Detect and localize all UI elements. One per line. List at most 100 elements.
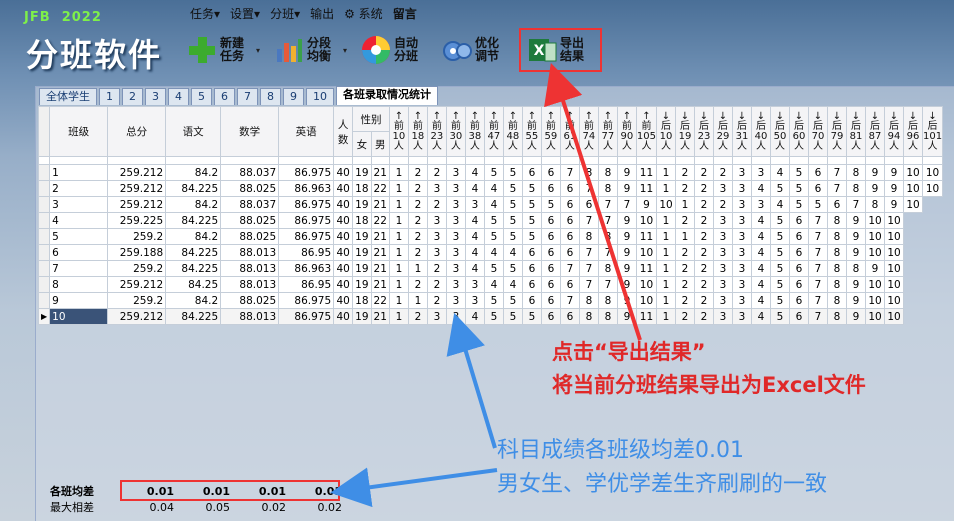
spacer-cell <box>220 156 280 165</box>
data-cell: 7 <box>597 196 618 213</box>
data-cell: 22 <box>370 212 390 229</box>
menu-task[interactable]: 任务▾ <box>190 5 220 22</box>
data-cell: 4 <box>464 212 485 229</box>
col-rank-3: ↑ 前 30 人 <box>445 106 466 157</box>
spacer-cell <box>540 156 561 165</box>
data-cell: 5 <box>502 228 523 245</box>
col-chinese: 语文 <box>165 106 222 157</box>
segment-balance-button[interactable]: 分段均衡 ▾ <box>270 28 351 72</box>
spacer-cell <box>597 156 618 165</box>
table-row[interactable]: 7 259.2 84.225 88.013 86.963 40 19 21 1 1 2 3 4 5 5 6 6 7… <box>37 260 943 277</box>
data-cell: 88.013 <box>220 260 280 277</box>
table-row[interactable]: ▶ 10 259.212 84.225 88.013 86.975 40 19 21 1 2 3 3 4 5… <box>37 308 943 325</box>
data-cell: 2 <box>694 212 714 229</box>
data-cell: 21 <box>370 228 390 245</box>
data-cell: 21 <box>370 196 390 213</box>
data-cell: 5 <box>483 308 504 325</box>
gears-icon <box>442 35 473 65</box>
spacer-cell <box>559 156 580 165</box>
table-row[interactable]: 5 259.2 84.2 88.025 86.975 40 19 21 1 2 3 3 4 5 5 5 6 6 8 8… <box>37 228 943 245</box>
tab-class-2[interactable]: 2 <box>122 88 143 105</box>
spacer-cell <box>352 156 372 165</box>
data-cell: 1 <box>388 260 409 277</box>
data-cell: 18 <box>352 180 372 197</box>
auto-split-button[interactable]: 自动分班 <box>357 28 432 72</box>
data-cell: 22 <box>370 292 390 309</box>
data-cell: 10 <box>884 308 904 325</box>
data-cell: 4 <box>464 260 485 277</box>
menu-bar: 任务▾ 设置▾ 分班▾ 输出 ⚙ 系统 留言 <box>190 5 417 22</box>
class-cell: 5 <box>49 228 109 245</box>
data-cell: 2 <box>675 308 695 325</box>
table-row[interactable]: 8 259.212 84.25 88.013 86.95 40 19 21 1 2 2 3 3 4 4 6 6 6… <box>37 276 943 293</box>
table-row[interactable]: 6 259.188 84.225 88.013 86.95 40 19 21 1 2 3 3 4 4 4 6 6… <box>37 244 943 261</box>
export-results-button[interactable]: X 导出结果 <box>519 28 603 72</box>
data-cell: 3 <box>713 228 733 245</box>
tab-class-5[interactable]: 5 <box>191 88 212 105</box>
data-cell: 3 <box>464 196 485 213</box>
table-row[interactable]: 1 259.212 84.2 88.037 86.975 40 19 21 1 2 2 3 4 5 5 6 6 7… <box>37 164 944 181</box>
data-cell: 3 <box>732 180 752 197</box>
data-cell: 5 <box>770 212 790 229</box>
data-cell: 5 <box>502 196 523 213</box>
tab-class-3[interactable]: 3 <box>145 88 166 105</box>
data-cell: 4 <box>751 244 771 261</box>
table-row[interactable]: 2 259.212 84.225 88.025 86.963 40 18 22 1 2 3 3 4 4 5 5… <box>37 180 944 197</box>
data-cell: 5 <box>540 196 561 213</box>
tab-class-1[interactable]: 1 <box>99 88 120 105</box>
data-cell: 9 <box>846 276 866 293</box>
data-cell: 1 <box>388 164 409 181</box>
data-cell: 3 <box>464 292 485 309</box>
data-cell: 2 <box>426 196 447 213</box>
data-cell: 9 <box>616 212 637 229</box>
spacer-cell <box>370 156 390 165</box>
tab-class-7[interactable]: 7 <box>237 88 258 105</box>
data-cell: 3 <box>732 292 752 309</box>
data-cell: 4 <box>483 244 504 261</box>
menu-output[interactable]: 输出 <box>310 5 334 22</box>
data-cell: 8 <box>578 308 599 325</box>
data-cell: 7 <box>597 212 618 229</box>
row-selector <box>37 292 51 309</box>
data-cell: 40 <box>333 292 354 309</box>
row-selector <box>37 228 51 245</box>
data-cell: 3 <box>445 180 466 197</box>
table-row[interactable]: 3 259.212 84.2 88.037 86.975 40 19 21 1 2 2 3 3 4 5 5 5 6… <box>37 196 943 213</box>
data-cell: 4 <box>502 276 523 293</box>
data-cell: 1 <box>388 180 409 197</box>
menu-settings[interactable]: 设置▾ <box>230 5 260 22</box>
tab-class-6[interactable]: 6 <box>214 88 235 105</box>
tab-class-8[interactable]: 8 <box>260 88 281 105</box>
menu-split[interactable]: 分班▾ <box>270 5 300 22</box>
optimize-button[interactable]: 优化调节 <box>438 28 513 72</box>
menu-system[interactable]: ⚙ 系统 <box>344 5 383 22</box>
tab-class-stats[interactable]: 各班录取情况统计 <box>336 86 438 105</box>
row-selector <box>37 212 51 229</box>
chevron-down-icon: ▾ <box>343 45 348 55</box>
tab-class-10[interactable]: 10 <box>306 88 334 105</box>
col-male: 男 <box>370 131 390 157</box>
data-cell: 84.225 <box>165 244 222 261</box>
menu-message[interactable]: 留言 <box>393 5 417 22</box>
spacer-cell <box>165 156 222 165</box>
table-row[interactable]: 9 259.2 84.2 88.025 86.975 40 18 22 1 1 2 3 3 5 5 6 6 7 8 8… <box>37 292 943 309</box>
data-cell: 88.013 <box>220 244 280 261</box>
tab-strip: 全体学生 1 2 3 4 5 6 7 8 9 10 各班录取情况统计 <box>39 86 440 105</box>
spacer-cell <box>808 156 828 165</box>
spacer-cell <box>846 156 866 165</box>
spacer-cell <box>49 156 109 165</box>
max-diff-chinese: 0.05 <box>205 500 231 514</box>
tab-all-students[interactable]: 全体学生 <box>39 88 97 105</box>
table-row[interactable]: 4 259.225 84.225 88.025 86.975 40 18 22 1 2 3 3 4 5 5 5… <box>37 212 943 229</box>
col-rank-0: ↑ 前 10 人 <box>388 106 409 157</box>
tab-class-9[interactable]: 9 <box>283 88 304 105</box>
new-task-button[interactable]: 新建任务 ▾ <box>183 28 264 72</box>
col-rank-17: ↓ 后 29 人 <box>713 106 733 157</box>
max-diff-total: 0.04 <box>149 500 175 514</box>
data-cell: 10 <box>903 180 923 197</box>
tab-class-4[interactable]: 4 <box>168 88 189 105</box>
data-cell: 86.975 <box>278 164 335 181</box>
spacer-cell <box>713 156 733 165</box>
data-cell: 2 <box>426 276 447 293</box>
data-cell: 2 <box>694 228 714 245</box>
